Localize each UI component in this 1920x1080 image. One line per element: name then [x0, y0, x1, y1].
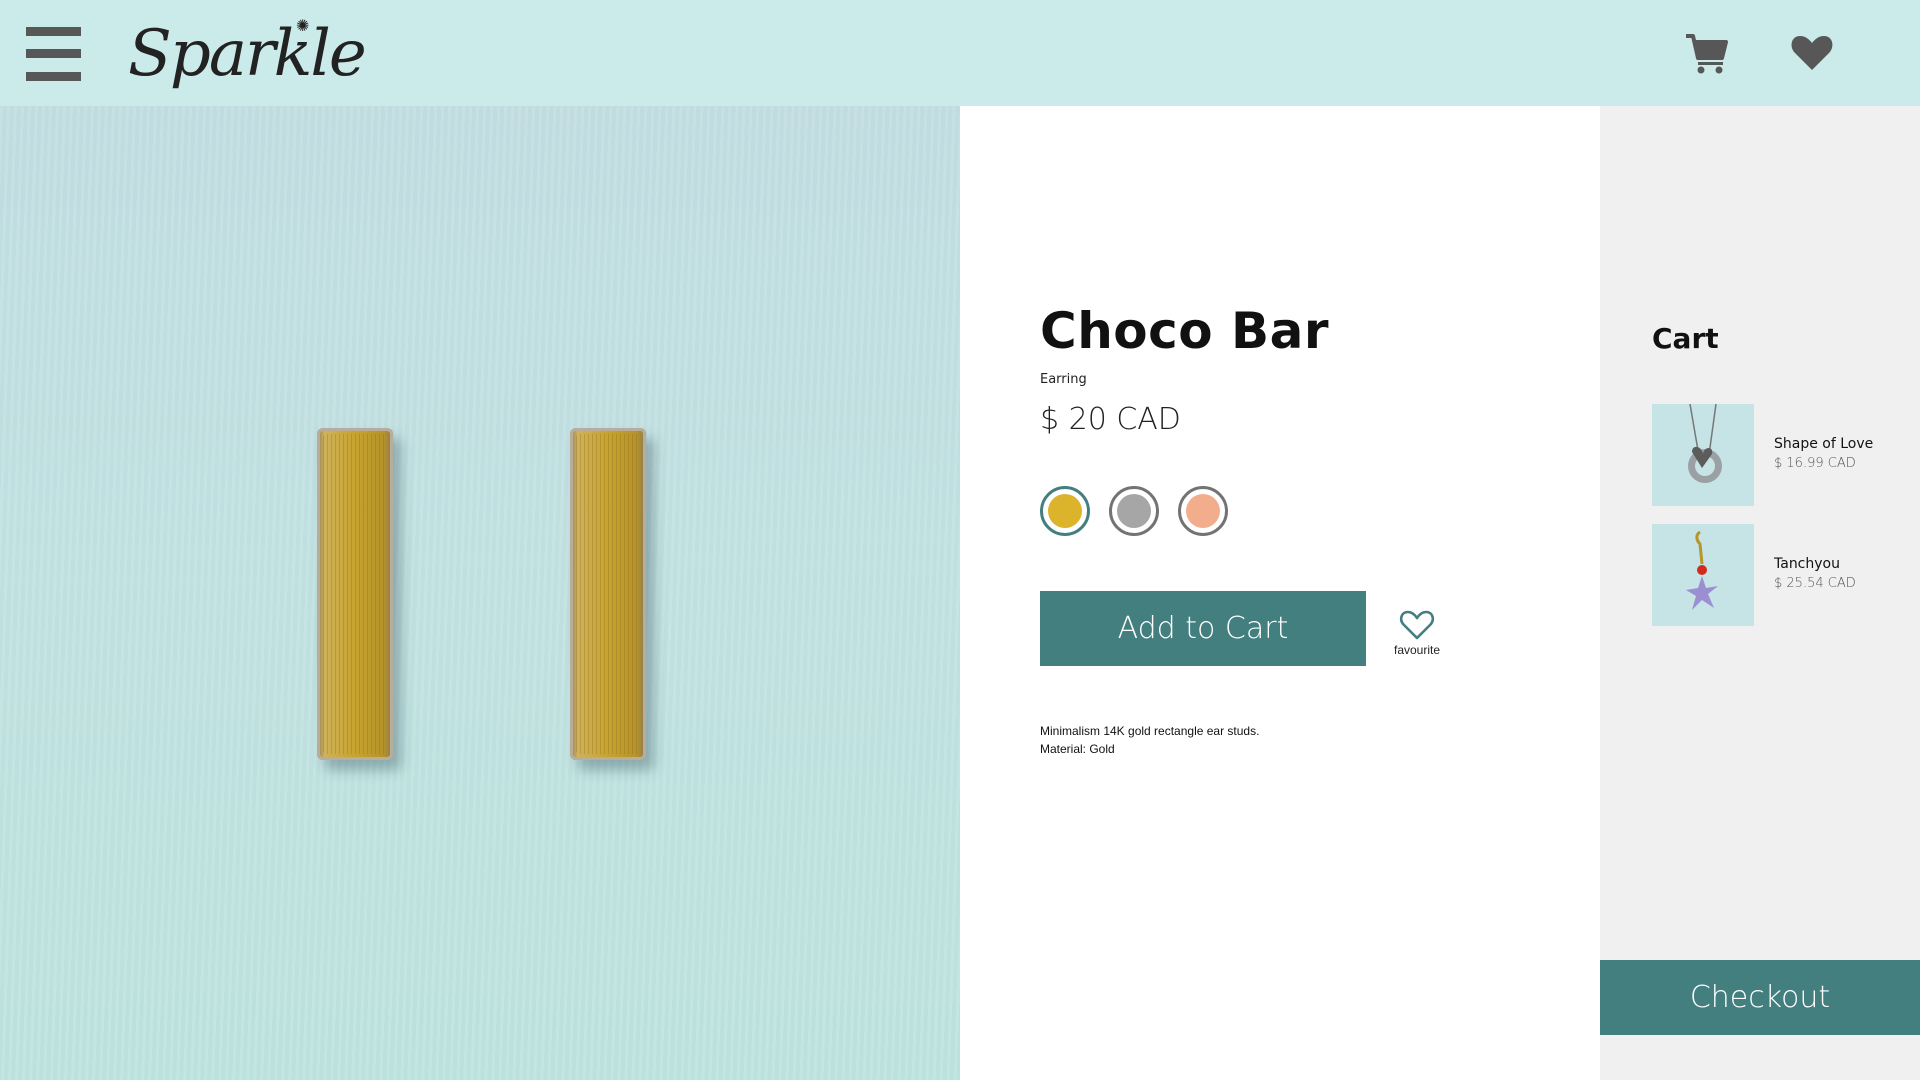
color-swatch-silver[interactable]: [1109, 486, 1159, 536]
sparkle-icon: ✺: [296, 16, 309, 35]
cart-item[interactable]: Shape of Love $ 16.99 CAD: [1652, 404, 1902, 506]
sparkle-logo[interactable]: Sparkle ✺: [128, 6, 367, 102]
menu-bar: [26, 27, 81, 36]
earring-stud-right: [570, 428, 646, 760]
product-title: Choco Bar: [1040, 302, 1330, 360]
product-category: Earring: [1040, 372, 1087, 387]
cart-item-name: Tanchyou: [1774, 556, 1840, 572]
cart-icon[interactable]: [1684, 30, 1730, 76]
description-line: Minimalism 14K gold rectangle ear studs.: [1040, 724, 1260, 738]
background-texture: [0, 106, 960, 1080]
swatch-color-gold: [1048, 494, 1082, 528]
swatch-color-rose: [1186, 494, 1220, 528]
color-swatch-rose[interactable]: [1178, 486, 1228, 536]
cart-item-price: $ 25.54 CAD: [1774, 576, 1856, 591]
add-to-cart-button[interactable]: Add to Cart: [1040, 591, 1366, 666]
favourite-label: favourite: [1393, 643, 1441, 657]
material-line: Material: Gold: [1040, 742, 1115, 756]
cart-item-name: Shape of Love: [1774, 436, 1874, 452]
cart-item-thumbnail: [1652, 524, 1754, 626]
product-details: Choco Bar Earring $ 20 CAD Add to Cart f…: [960, 106, 1600, 1080]
cart-item-price: $ 16.99 CAD: [1774, 456, 1856, 471]
earring-stud-left: [317, 428, 393, 760]
swatch-color-silver: [1117, 494, 1151, 528]
favourite-button[interactable]: favourite: [1384, 609, 1450, 669]
favourites-heart-icon[interactable]: [1789, 30, 1835, 76]
cart-title: Cart: [1652, 322, 1719, 355]
menu-icon[interactable]: [26, 27, 81, 81]
checkout-button[interactable]: Checkout: [1600, 960, 1920, 1035]
cart-item-thumbnail: [1652, 404, 1754, 506]
heart-outline-icon: [1399, 610, 1435, 640]
cart-item[interactable]: Tanchyou $ 25.54 CAD: [1652, 524, 1902, 626]
cart-sidebar: Cart Shape of Love $ 16.99 CAD Tanchyou …: [1600, 106, 1920, 1080]
logo-text: Sparkle: [128, 17, 367, 91]
product-price: $ 20 CAD: [1040, 402, 1181, 437]
top-header: Sparkle ✺: [0, 0, 1920, 106]
product-description: Minimalism 14K gold rectangle ear studs.…: [1040, 722, 1259, 758]
color-swatch-gold[interactable]: [1040, 486, 1090, 536]
product-image: [0, 106, 960, 1080]
menu-bar: [26, 72, 81, 81]
menu-bar: [26, 49, 81, 58]
